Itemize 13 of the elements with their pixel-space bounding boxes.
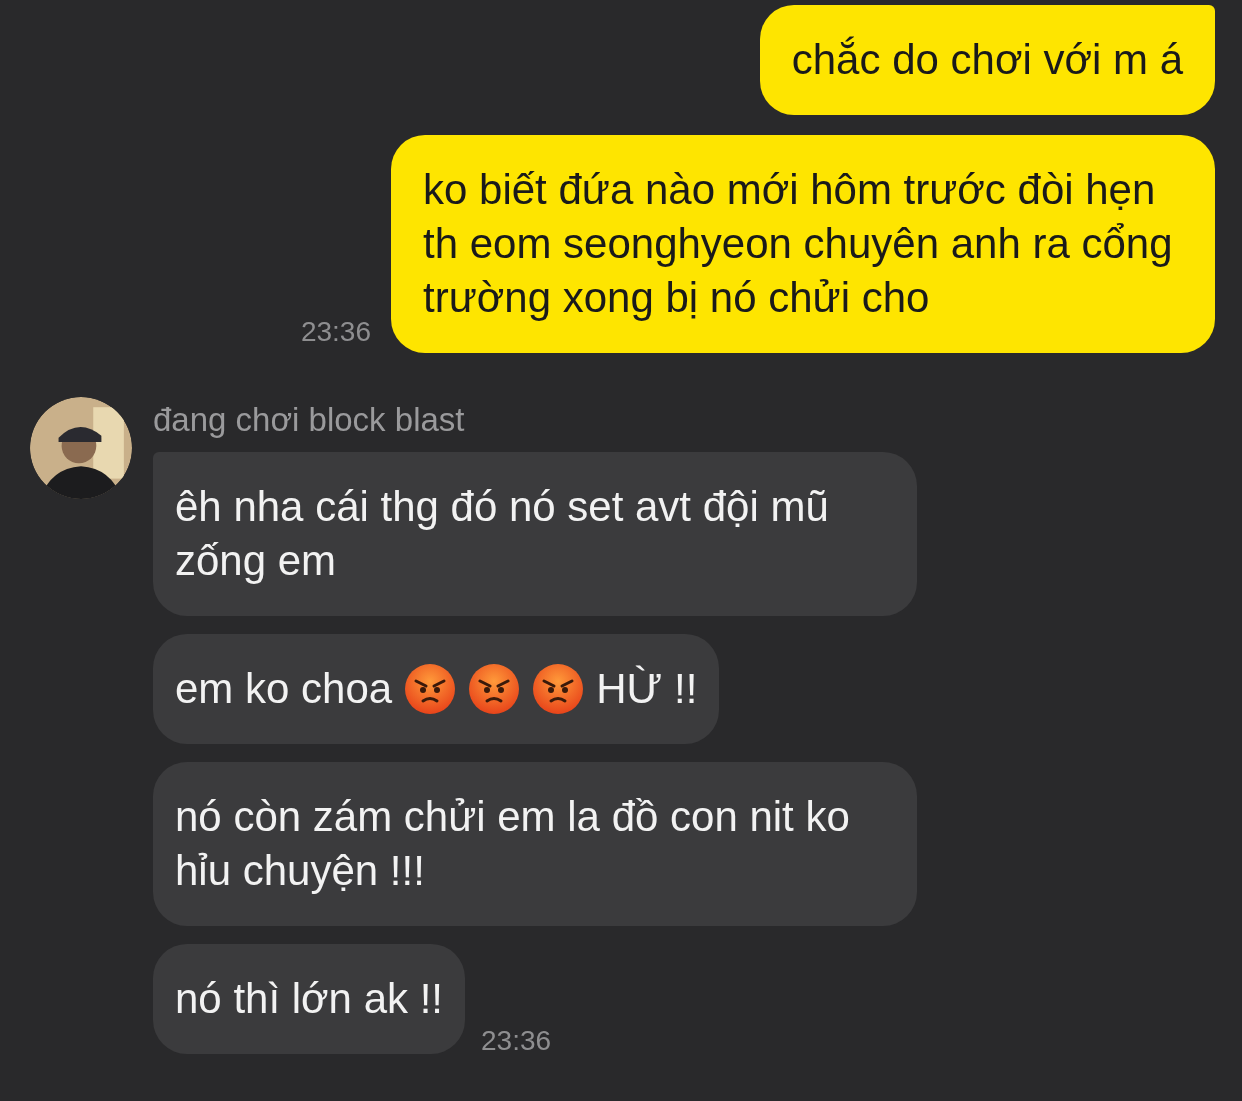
angry-face-icon: [404, 663, 457, 715]
angry-face-icon: [468, 663, 521, 715]
message-time: 23:36: [300, 315, 371, 349]
message-bubble: ko biết đứa nào mới hôm trước đòi hẹn th eom seonghyeon chuyên anh ra cổng trường xong bị nó chửi cho: [391, 135, 1215, 353]
message-text: HỪ !!: [596, 664, 698, 714]
message-text: em ko choa: [175, 664, 393, 714]
message-text: êh nha cái thg đó nó set avt đội mũ zống em: [175, 482, 830, 586]
message-bubble: chắc do chơi với m á: [759, 5, 1215, 115]
message-time: 23:36: [481, 1024, 552, 1058]
sender-status: đang chơi block blast: [153, 400, 465, 440]
angry-face-icon: [532, 663, 585, 715]
message-text: nó thì lớn ak !!: [175, 974, 444, 1024]
message-text: nó còn zám chửi em la đồ con nit ko hỉu chuyện !!!: [175, 792, 851, 896]
